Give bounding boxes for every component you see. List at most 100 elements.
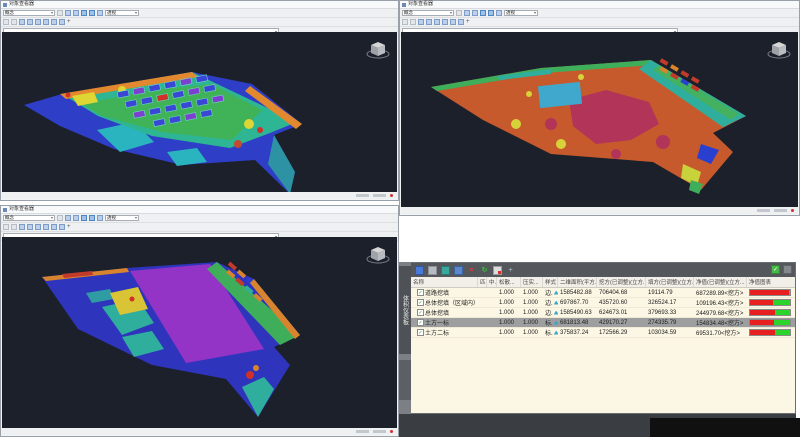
orbit-icon[interactable]: [65, 215, 71, 221]
table-row[interactable]: ✓土方二标 1.000 1.000 标. 375837.24 172566.29…: [411, 328, 795, 338]
se-iso-view-icon[interactable]: [59, 224, 65, 230]
right-view-icon[interactable]: [442, 19, 448, 25]
viewcube-icon[interactable]: [365, 37, 391, 63]
loose-factor[interactable]: 1.000: [497, 298, 521, 307]
zoom-extents-icon[interactable]: [97, 215, 103, 221]
compact-factor[interactable]: 1.000: [521, 298, 543, 307]
visual-style-dropdown[interactable]: 概念▾: [3, 215, 55, 221]
row-checkbox[interactable]: ✓: [417, 309, 424, 316]
add-view-icon[interactable]: +: [67, 224, 71, 230]
select-icon[interactable]: [57, 215, 63, 221]
zoom-window-icon[interactable]: [89, 10, 95, 16]
window-titlebar[interactable]: 对象查看器: [1, 1, 398, 9]
window-titlebar[interactable]: 对象查看器: [1, 206, 398, 214]
view-preset-dropdown[interactable]: 透视▾: [105, 10, 139, 16]
style-value[interactable]: 边.: [545, 308, 553, 317]
report-icon[interactable]: [493, 266, 502, 275]
refresh-icon[interactable]: ↻: [480, 266, 489, 275]
bottom-view-icon[interactable]: [410, 19, 416, 25]
add-view-icon[interactable]: +: [67, 19, 71, 25]
loose-factor[interactable]: 1.000: [497, 318, 521, 327]
viewport-3d-2[interactable]: [401, 32, 798, 207]
column-header[interactable]: 挖方(已调整)(立方...: [597, 277, 646, 287]
sw-iso-view-icon[interactable]: [51, 224, 57, 230]
view-preset-dropdown[interactable]: 透视▾: [105, 215, 139, 221]
style-value[interactable]: 标.: [545, 328, 553, 337]
zoom-window-icon[interactable]: [488, 10, 494, 16]
front-view-icon[interactable]: [19, 224, 25, 230]
column-header[interactable]: 净值图表: [747, 277, 795, 287]
column-header[interactable]: 中.: [487, 277, 497, 287]
left-view-icon[interactable]: [35, 224, 41, 230]
column-header[interactable]: 松散...: [497, 277, 521, 287]
column-header[interactable]: 名称: [411, 277, 478, 287]
table-row[interactable]: ✓总体挖填（区域内） 1.000 1.000 边. 697867.70 4357…: [411, 298, 795, 308]
back-view-icon[interactable]: [27, 224, 33, 230]
se-iso-view-icon[interactable]: [458, 19, 464, 25]
top-view-icon[interactable]: [3, 19, 9, 25]
compact-factor[interactable]: 1.000: [521, 318, 543, 327]
table-row[interactable]: ✓道路挖填 1.000 1.000 边. 1585482.88 706404.6…: [411, 288, 795, 298]
orbit-icon[interactable]: [65, 10, 71, 16]
column-header[interactable]: 匹: [478, 277, 487, 287]
table-row[interactable]: ✓土方一标 1.000 1.000 标. 681813.48 429170.27…: [411, 318, 795, 328]
right-view-icon[interactable]: [43, 224, 49, 230]
style-value[interactable]: 标.: [545, 318, 553, 327]
select-icon[interactable]: [57, 10, 63, 16]
top-view-icon[interactable]: [3, 224, 9, 230]
row-checkbox[interactable]: ✓: [417, 329, 424, 336]
column-header[interactable]: 样式: [543, 277, 558, 287]
top-view-icon[interactable]: [402, 19, 408, 25]
back-view-icon[interactable]: [426, 19, 432, 25]
table-row[interactable]: ✓总体挖填 1.000 1.000 边. 1585490.63 624673.0…: [411, 308, 795, 318]
panel-menu-icon[interactable]: [783, 265, 792, 274]
viewcube-icon[interactable]: [766, 37, 792, 63]
style-value[interactable]: 边.: [545, 298, 553, 307]
zoom-icon[interactable]: [480, 10, 486, 16]
row-checkbox[interactable]: ✓: [417, 299, 424, 306]
compact-factor[interactable]: 1.000: [521, 288, 543, 297]
sw-iso-view-icon[interactable]: [450, 19, 456, 25]
pan-icon[interactable]: [73, 215, 79, 221]
left-view-icon[interactable]: [35, 19, 41, 25]
front-view-icon[interactable]: [19, 19, 25, 25]
row-checkbox[interactable]: ✓: [417, 319, 424, 326]
zoom-icon[interactable]: [81, 10, 87, 16]
zoom-icon[interactable]: [81, 215, 87, 221]
add-view-icon[interactable]: +: [466, 19, 470, 25]
left-view-icon[interactable]: [434, 19, 440, 25]
select-icon[interactable]: [456, 10, 462, 16]
viewcube-icon[interactable]: [365, 242, 391, 268]
add-icon[interactable]: +: [506, 266, 515, 275]
bottom-view-icon[interactable]: [11, 224, 17, 230]
se-iso-view-icon[interactable]: [59, 19, 65, 25]
volume-table-icon[interactable]: [415, 266, 424, 275]
column-header[interactable]: 填方(已调整)(立方...: [646, 277, 694, 287]
tab-volumes-dashboard[interactable]: 体积仪表板: [399, 266, 411, 354]
window-titlebar[interactable]: 对象查看器: [400, 1, 799, 9]
viewport-3d-1[interactable]: [2, 32, 397, 192]
tab-secondary[interactable]: [399, 360, 411, 400]
view-preset-dropdown[interactable]: 透视▾: [504, 10, 538, 16]
loose-factor[interactable]: 1.000: [497, 288, 521, 297]
loose-factor[interactable]: 1.000: [497, 308, 521, 317]
column-header[interactable]: 二维面积(平方...: [558, 277, 597, 287]
sw-iso-view-icon[interactable]: [51, 19, 57, 25]
zoom-window-icon[interactable]: [89, 215, 95, 221]
loose-factor[interactable]: 1.000: [497, 328, 521, 337]
edit-criteria-icon[interactable]: [441, 266, 450, 275]
zoom-extents-icon[interactable]: [496, 10, 502, 16]
pan-icon[interactable]: [73, 10, 79, 16]
compact-factor[interactable]: 1.000: [521, 308, 543, 317]
front-view-icon[interactable]: [418, 19, 424, 25]
column-header[interactable]: 净值(已调整)(立方...: [694, 277, 747, 287]
bottom-view-icon[interactable]: [11, 19, 17, 25]
delete-icon[interactable]: ×: [467, 266, 476, 275]
orbit-icon[interactable]: [464, 10, 470, 16]
capture-icon[interactable]: [428, 266, 437, 275]
visual-style-dropdown[interactable]: 概念▾: [3, 10, 55, 16]
auto-update-icon[interactable]: ✓: [771, 265, 780, 274]
right-view-icon[interactable]: [43, 19, 49, 25]
compact-factor[interactable]: 1.000: [521, 328, 543, 337]
back-view-icon[interactable]: [27, 19, 33, 25]
